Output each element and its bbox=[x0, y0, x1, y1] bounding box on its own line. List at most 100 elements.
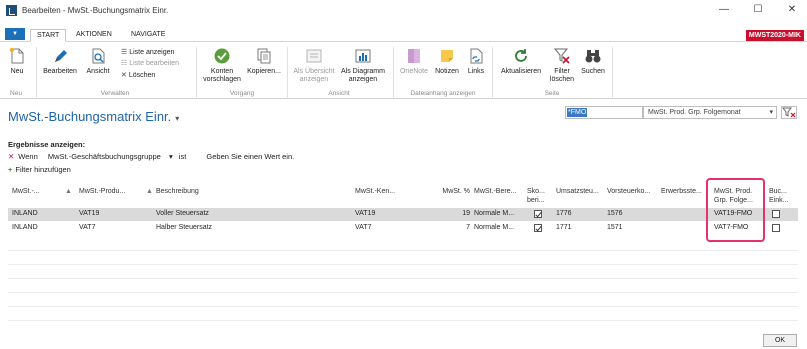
clear-filter-label-1: Filter bbox=[554, 68, 570, 75]
cell-bus-group[interactable]: INLAND bbox=[12, 224, 38, 231]
suggest-accounts-label-1: Konten bbox=[210, 68, 234, 75]
grid-line bbox=[8, 250, 798, 251]
show-as-chart-button[interactable]: Als Diagramm anzeigen bbox=[338, 47, 388, 84]
app-icon bbox=[6, 5, 17, 16]
delete-button[interactable]: ✕ Löschen bbox=[121, 71, 155, 79]
column-highlight-box bbox=[706, 178, 765, 242]
filter-toggle-button[interactable] bbox=[781, 106, 797, 119]
column-header-bucheink-1: Buc... bbox=[769, 188, 787, 195]
show-list-button[interactable]: ☰ Liste anzeigen bbox=[121, 48, 174, 56]
chevron-down-icon[interactable]: ▾ bbox=[169, 152, 173, 161]
copy-button[interactable]: Kopieren... bbox=[244, 47, 284, 76]
group-dateianhang: Dateianhang anzeigen bbox=[410, 90, 476, 97]
search-field-select[interactable]: MwSt. Prod. Grp. Folgemonat ▾ bbox=[643, 106, 777, 119]
edit-list-button[interactable]: ☷ Liste bearbeiten bbox=[121, 59, 179, 67]
remove-filter-icon[interactable]: ✕ bbox=[8, 152, 14, 161]
cell-purchase-account[interactable]: 1576 bbox=[607, 210, 623, 217]
pencil-icon bbox=[51, 47, 69, 65]
add-filter-button[interactable]: + Filter hinzufügen bbox=[8, 165, 71, 174]
file-menu-button[interactable]: ▼ bbox=[5, 28, 25, 40]
filter-icon bbox=[782, 107, 796, 118]
cell-purchase-account[interactable]: 1571 bbox=[607, 224, 623, 231]
cell-vat-percent[interactable]: 19 bbox=[430, 210, 470, 217]
edit-button[interactable]: Bearbeiten bbox=[40, 47, 80, 76]
onenote-button[interactable]: OneNote bbox=[397, 47, 431, 76]
column-header-vat-calc-type[interactable]: MwSt.-Bere... bbox=[474, 187, 516, 196]
tab-aktionen[interactable]: AKTIONEN bbox=[70, 29, 118, 42]
sticky-note-icon bbox=[438, 47, 456, 65]
column-header-purchase-account[interactable]: Vorsteuerko... bbox=[607, 187, 650, 196]
column-header-vat-percent[interactable]: MwSt. % bbox=[430, 187, 470, 196]
search-input[interactable]: *FMO bbox=[565, 106, 643, 119]
table-row[interactable]: INLAND VAT19 Voller Steuersatz VAT19 19 … bbox=[8, 208, 798, 221]
column-header-skonto-1: Sko... bbox=[527, 188, 545, 195]
cell-prod-group[interactable]: VAT7 bbox=[79, 224, 95, 231]
group-neu: Neu bbox=[10, 90, 22, 97]
new-button[interactable]: Neu bbox=[6, 47, 28, 76]
grid-line bbox=[8, 278, 798, 279]
filter-operator: ist bbox=[178, 152, 187, 161]
links-button[interactable]: Links bbox=[464, 47, 488, 76]
column-header-skonto[interactable]: Sko... beri... bbox=[527, 187, 545, 205]
cell-description[interactable]: Halber Steuersatz bbox=[156, 224, 212, 231]
notes-button[interactable]: Notizen bbox=[432, 47, 462, 76]
page-title[interactable]: MwSt.-Buchungsmatrix Einr. ▾ bbox=[8, 109, 179, 124]
overview-icon bbox=[305, 47, 323, 65]
cell-vat-identifier[interactable]: VAT7 bbox=[355, 224, 371, 231]
title-bar: Bearbeiten - MwSt.-Buchungsmatrix Einr. … bbox=[0, 0, 807, 22]
cell-vat-calc-type[interactable]: Normale M... bbox=[474, 224, 514, 231]
table-row[interactable]: INLAND VAT7 Halber Steuersatz VAT7 7 Nor… bbox=[8, 222, 798, 235]
tab-navigate[interactable]: NAVIGATE bbox=[125, 29, 171, 42]
column-header-bus-group[interactable]: MwSt.-... bbox=[12, 187, 40, 196]
separator bbox=[393, 47, 394, 99]
cell-prod-group[interactable]: VAT19 bbox=[79, 210, 99, 217]
search-button[interactable]: Suchen bbox=[578, 47, 608, 76]
checkbox-skonto[interactable] bbox=[534, 224, 542, 232]
column-header-bucheink-2: Eink... bbox=[769, 197, 789, 204]
suggest-accounts-button[interactable]: Konten vorschlagen bbox=[200, 47, 244, 84]
tab-start[interactable]: START bbox=[30, 29, 67, 42]
maximize-button[interactable]: ☐ bbox=[748, 3, 768, 17]
chart-icon bbox=[354, 47, 372, 65]
column-header-description[interactable]: Beschreibung bbox=[156, 187, 199, 196]
checkbox-skonto[interactable] bbox=[534, 210, 542, 218]
ok-button[interactable]: OK bbox=[763, 334, 797, 347]
column-header-vat-identifier[interactable]: MwSt.-Ken... bbox=[355, 187, 395, 196]
close-button[interactable]: ✕ bbox=[782, 3, 802, 17]
grid-line bbox=[8, 292, 798, 293]
refresh-button[interactable]: Aktualisieren bbox=[496, 47, 546, 76]
separator bbox=[492, 47, 493, 99]
copy-label: Kopieren... bbox=[247, 68, 281, 75]
filter-wenn-label: Wenn bbox=[18, 152, 38, 161]
overview-label-1: Als Übersicht bbox=[293, 68, 335, 75]
column-header-bucheink[interactable]: Buc... Eink... bbox=[769, 187, 788, 205]
view-button[interactable]: Ansicht bbox=[83, 47, 113, 76]
column-header-reverse-charge[interactable]: Erwerbsste... bbox=[661, 187, 702, 196]
checkbox-bucheink[interactable] bbox=[772, 210, 780, 218]
chevron-down-icon: ▾ bbox=[769, 109, 773, 116]
cell-vat-percent[interactable]: 7 bbox=[430, 224, 470, 231]
company-badge: MWST2020-MIK bbox=[745, 30, 804, 41]
ribbon: Neu Neu Bearbeiten Ansicht ☰ Liste anzei… bbox=[0, 43, 807, 99]
checkbox-bucheink[interactable] bbox=[772, 224, 780, 232]
chart-label-2: anzeigen bbox=[348, 76, 378, 83]
cell-description[interactable]: Voller Steuersatz bbox=[156, 210, 209, 217]
clear-filter-label-2: löschen bbox=[549, 76, 575, 83]
column-header-prod-group[interactable]: MwSt.-Produ... bbox=[79, 187, 125, 196]
edit-list-icon: ☷ bbox=[121, 60, 128, 67]
cell-sales-account[interactable]: 1776 bbox=[556, 210, 572, 217]
cell-bus-group[interactable]: INLAND bbox=[12, 210, 38, 217]
ribbon-tabs: ▼ START AKTIONEN NAVIGATE bbox=[0, 28, 807, 42]
clear-filter-button[interactable]: Filter löschen bbox=[548, 47, 576, 84]
filter-value-input[interactable]: Geben Sie einen Wert ein. bbox=[206, 152, 294, 161]
filter-field-select[interactable]: MwSt.-Geschäftsbuchungsgruppe bbox=[48, 152, 161, 161]
show-as-overview-button[interactable]: Als Übersicht anzeigen bbox=[290, 47, 338, 84]
column-header-sales-account[interactable]: Umsatzsteu... bbox=[556, 187, 599, 196]
cell-vat-identifier[interactable]: VAT19 bbox=[355, 210, 375, 217]
minimize-button[interactable]: — bbox=[714, 3, 734, 17]
column-header-skonto-2: beri... bbox=[527, 197, 545, 204]
onenote-label: OneNote bbox=[399, 68, 429, 75]
cell-sales-account[interactable]: 1771 bbox=[556, 224, 572, 231]
sort-icon: ▲ bbox=[146, 188, 153, 195]
cell-vat-calc-type[interactable]: Normale M... bbox=[474, 210, 514, 217]
